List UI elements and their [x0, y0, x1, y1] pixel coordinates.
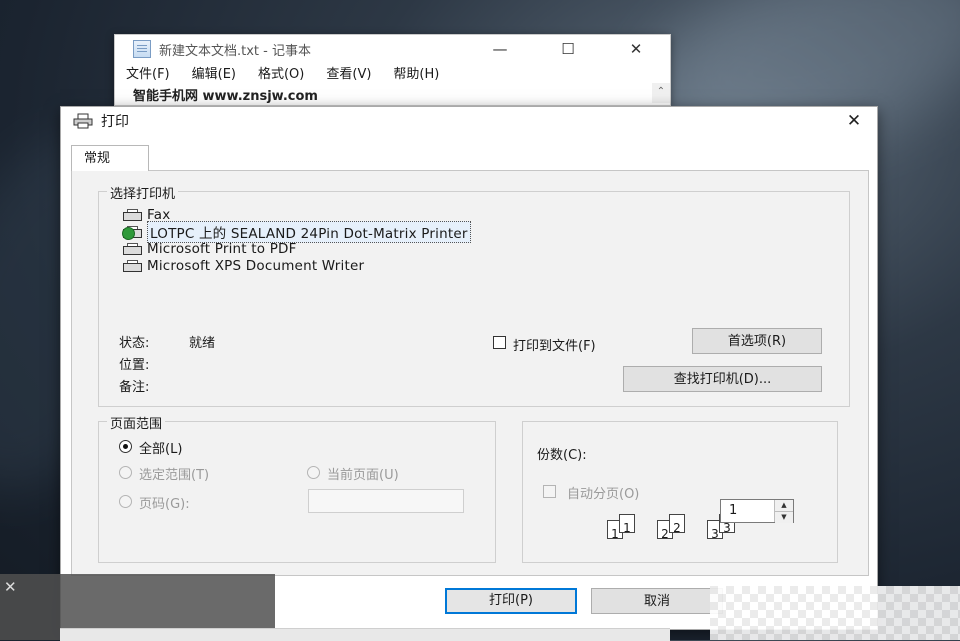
- printer-item-sealand[interactable]: LOTPC 上的 SEALAND 24Pin Dot-Matrix Printe…: [121, 220, 741, 243]
- maximize-button[interactable]: ☐: [534, 40, 602, 58]
- selection-radio[interactable]: [119, 466, 132, 479]
- printer-icon: [73, 113, 93, 129]
- print-button[interactable]: 打印(P): [445, 588, 577, 614]
- printer-name: Microsoft Print to PDF: [147, 240, 297, 257]
- print-dialog: 打印 ✕ 常规 选择打印机 Fax LOTPC 上的 SEALAND 24Pin…: [60, 106, 878, 630]
- preferences-button[interactable]: 首选项(R): [692, 328, 822, 354]
- copies-value[interactable]: 1: [729, 503, 737, 518]
- cancel-button[interactable]: 取消: [591, 588, 723, 614]
- menu-format[interactable]: 格式(O): [258, 63, 304, 82]
- fax-printer-icon: [121, 208, 143, 221]
- find-printer-button[interactable]: 查找打印机(D)...: [623, 366, 822, 392]
- status-label: 状态:: [119, 336, 150, 351]
- notepad-content[interactable]: 智能手机网 www.znsjw.com: [133, 85, 318, 104]
- status-value: 就绪: [189, 336, 216, 351]
- menu-file[interactable]: 文件(F): [126, 63, 170, 82]
- chevron-up-icon[interactable]: ▲: [775, 500, 793, 512]
- page-range-group: 页面范围 全部(L) 选定范围(T) 当前页面(U) 页码(G):: [98, 413, 496, 563]
- current-page-label[interactable]: 当前页面(U): [327, 464, 399, 483]
- pages-input[interactable]: [308, 489, 464, 513]
- selection-label[interactable]: 选定范围(T): [139, 464, 209, 483]
- notepad-title-bar: 新建文本文档.txt - 记事本 — ☐ ✕: [115, 35, 670, 63]
- printer-icon: [121, 242, 143, 255]
- dialog-close-button[interactable]: ✕: [831, 107, 877, 135]
- notepad-icon: [133, 40, 151, 58]
- menu-help[interactable]: 帮助(H): [393, 63, 439, 82]
- menu-edit[interactable]: 编辑(E): [192, 63, 236, 82]
- printer-list[interactable]: Fax LOTPC 上的 SEALAND 24Pin Dot-Matrix Pr…: [121, 206, 741, 274]
- window-edge-strip: [60, 628, 670, 641]
- collate-page: 1: [619, 514, 635, 535]
- collate-label[interactable]: 自动分页(O): [567, 483, 639, 502]
- scroll-up-button[interactable]: ⌃: [652, 83, 670, 103]
- notepad-window: 新建文本文档.txt - 记事本 — ☐ ✕ 文件(F) 编辑(E) 格式(O)…: [114, 34, 671, 106]
- pages-label[interactable]: 页码(G):: [139, 493, 190, 512]
- all-pages-label[interactable]: 全部(L): [139, 438, 182, 457]
- print-to-file-checkbox[interactable]: [493, 336, 506, 349]
- notepad-title: 新建文本文档.txt - 记事本: [159, 43, 311, 59]
- select-printer-label: 选择打印机: [107, 183, 179, 202]
- collate-checkbox[interactable]: [543, 485, 556, 498]
- tab-general[interactable]: 常规: [71, 145, 149, 171]
- menu-view[interactable]: 查看(V): [326, 63, 371, 82]
- current-page-radio[interactable]: [307, 466, 320, 479]
- printer-icon: [121, 259, 143, 272]
- default-printer-icon: [121, 225, 143, 240]
- copies-label: 份数(C):: [537, 448, 587, 463]
- printer-item-xps-writer[interactable]: Microsoft XPS Document Writer: [121, 257, 741, 274]
- printer-name: Microsoft XPS Document Writer: [147, 257, 365, 274]
- transparency-checker: [710, 586, 960, 640]
- overlay-close-icon[interactable]: ✕: [4, 578, 17, 596]
- minimize-button[interactable]: —: [466, 40, 534, 58]
- copies-group: 份数(C): 自动分页(O) 1 1 2 2 3 3: [522, 421, 838, 563]
- all-pages-radio[interactable]: [119, 440, 132, 453]
- printer-name: LOTPC 上的 SEALAND 24Pin Dot-Matrix Printe…: [147, 220, 471, 243]
- general-tab-page: 选择打印机 Fax LOTPC 上的 SEALAND 24Pin Dot-Mat…: [71, 170, 869, 576]
- select-printer-group: 选择打印机 Fax LOTPC 上的 SEALAND 24Pin Dot-Mat…: [98, 183, 850, 407]
- page-range-label: 页面范围: [107, 413, 166, 432]
- dialog-title-bar: 打印 ✕: [61, 107, 877, 135]
- pages-radio[interactable]: [119, 495, 132, 508]
- stepper-buttons: ▲ ▼: [774, 500, 793, 523]
- location-label: 位置:: [119, 358, 150, 373]
- print-to-file-label[interactable]: 打印到文件(F): [513, 335, 596, 354]
- chevron-down-icon[interactable]: ▼: [775, 512, 793, 523]
- dialog-title: 打印: [101, 114, 129, 130]
- copies-stepper[interactable]: 1 ▲ ▼: [720, 499, 794, 523]
- collate-page: 2: [669, 514, 685, 535]
- comment-label: 备注:: [119, 380, 150, 395]
- printer-item-print-to-pdf[interactable]: Microsoft Print to PDF: [121, 240, 741, 257]
- notepad-close-button[interactable]: ✕: [602, 40, 670, 58]
- notepad-menu-bar: 文件(F) 编辑(E) 格式(O) 查看(V) 帮助(H): [115, 63, 670, 82]
